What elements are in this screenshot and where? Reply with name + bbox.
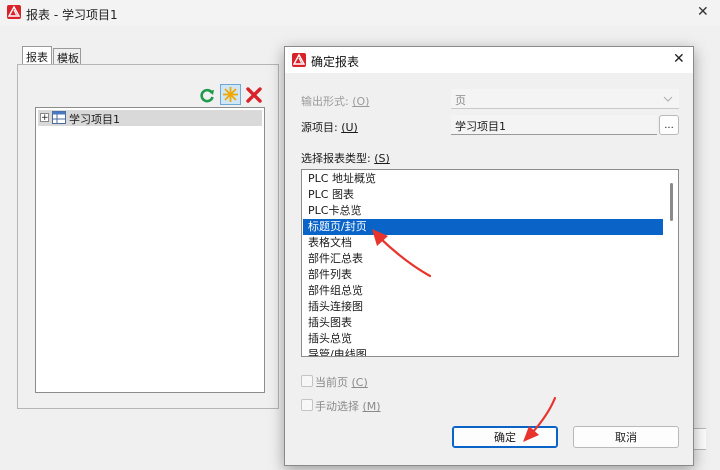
arrow-to-ok-button bbox=[523, 396, 557, 442]
annotation-arrows bbox=[372, 229, 557, 442]
arrow-to-title-page bbox=[372, 229, 432, 278]
